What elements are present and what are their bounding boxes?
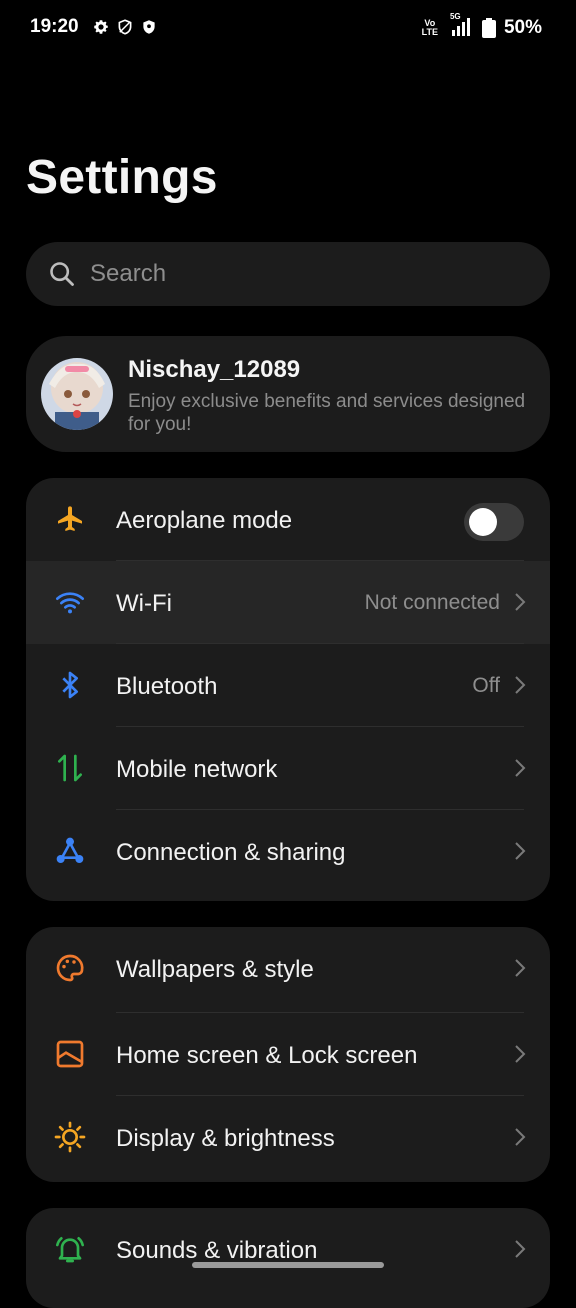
- battery-percent: 50%: [503, 17, 542, 38]
- chevron-right-icon: [515, 676, 526, 694]
- personalization-group: Wallpapers & style Home screen & Lock sc…: [26, 927, 550, 1182]
- aeroplane-mode-row[interactable]: Aeroplane mode: [26, 478, 550, 561]
- mobile-network-label: Mobile network: [116, 756, 278, 783]
- search-input[interactable]: Search: [26, 242, 550, 306]
- wifi-status: Not connected: [364, 591, 500, 614]
- status-bar: 19:20 Vo LTE 5G 50%: [0, 0, 576, 56]
- sounds-vibration-row[interactable]: Sounds & vibration: [26, 1208, 550, 1291]
- page-title: Settings: [26, 151, 218, 204]
- search-placeholder: Search: [90, 260, 167, 287]
- search-icon: [50, 262, 74, 286]
- wallpapers-style-label: Wallpapers & style: [116, 956, 314, 983]
- volte-indicator: Vo LTE: [422, 19, 438, 37]
- wifi-icon: [56, 592, 84, 614]
- home-indicator[interactable]: [192, 1262, 384, 1268]
- bluetooth-icon: [62, 671, 78, 699]
- mobile-data-icon: [58, 754, 82, 782]
- home-lock-screen-row[interactable]: Home screen & Lock screen: [26, 1013, 550, 1096]
- status-right: Vo LTE 5G 50%: [422, 12, 542, 40]
- connectivity-group: Aeroplane mode Wi-Fi Not connected Bluet…: [26, 478, 550, 901]
- chevron-right-icon: [515, 1045, 526, 1063]
- aeroplane-mode-label: Aeroplane mode: [116, 507, 293, 534]
- share-connection-icon: [56, 837, 84, 863]
- bluetooth-status: Off: [472, 674, 500, 697]
- home-lock-screen-label: Home screen & Lock screen: [116, 1042, 418, 1069]
- aeroplane-mode-toggle[interactable]: [464, 503, 524, 541]
- battery-icon: [481, 18, 496, 38]
- connection-sharing-label: Connection & sharing: [116, 839, 346, 866]
- chevron-right-icon: [515, 842, 526, 860]
- chevron-right-icon: [515, 1240, 526, 1258]
- status-time: 19:20: [30, 16, 79, 37]
- chevron-right-icon: [515, 759, 526, 777]
- wifi-label: Wi-Fi: [116, 590, 172, 617]
- volte-bottom: LTE: [421, 27, 438, 37]
- palette-icon: [56, 954, 84, 982]
- profile-card[interactable]: Nischay_12089 Enjoy exclusive benefits a…: [26, 336, 550, 452]
- shield-filled-icon: [143, 20, 155, 34]
- avatar: [41, 358, 113, 430]
- airplane-icon: [58, 506, 82, 531]
- gear-icon: [94, 20, 108, 34]
- signal-icon: 5G: [446, 12, 474, 40]
- status-left-icons: [92, 18, 158, 36]
- home-screen-icon: [56, 1040, 84, 1068]
- display-brightness-label: Display & brightness: [116, 1125, 335, 1152]
- network-type: 5G: [449, 12, 461, 21]
- chevron-right-icon: [515, 593, 526, 611]
- brightness-icon: [54, 1121, 86, 1153]
- bluetooth-row[interactable]: Bluetooth Off: [26, 644, 550, 727]
- shield-outline-icon: [118, 19, 132, 35]
- mobile-network-row[interactable]: Mobile network: [26, 727, 550, 810]
- bell-ringing-icon: [56, 1237, 84, 1263]
- sound-group: Sounds & vibration: [26, 1208, 550, 1308]
- wallpapers-style-row[interactable]: Wallpapers & style: [26, 927, 550, 1013]
- chevron-right-icon: [515, 1128, 526, 1146]
- display-brightness-row[interactable]: Display & brightness: [26, 1096, 550, 1179]
- connection-sharing-row[interactable]: Connection & sharing: [26, 810, 550, 893]
- wifi-row[interactable]: Wi-Fi Not connected: [26, 561, 550, 644]
- profile-subtitle: Enjoy exclusive benefits and services de…: [128, 391, 526, 435]
- chevron-right-icon: [515, 959, 526, 977]
- bluetooth-label: Bluetooth: [116, 673, 218, 700]
- toggle-knob: [469, 508, 497, 536]
- profile-name: Nischay_12089: [128, 356, 301, 383]
- sounds-vibration-label: Sounds & vibration: [116, 1237, 318, 1264]
